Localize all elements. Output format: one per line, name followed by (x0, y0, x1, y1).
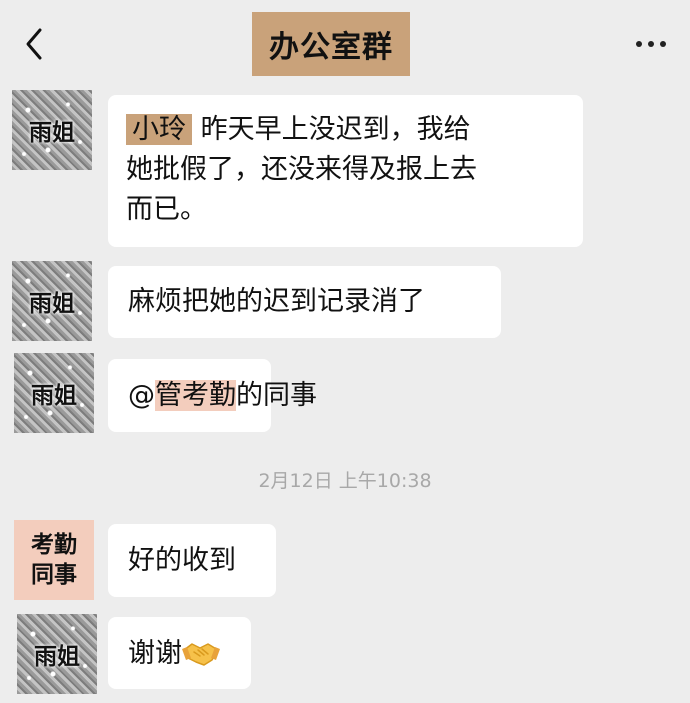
message-bubble[interactable]: 麻烦把她的迟到记录消了 (108, 266, 501, 338)
message-text: 好的收到 (128, 545, 236, 576)
timestamp: 2月12日 上午10:38 (258, 470, 432, 492)
avatar-name: 同事 (31, 562, 77, 588)
mention-highlight: 管考勤 (155, 380, 236, 411)
avatar[interactable]: 雨姐 (17, 614, 97, 694)
message-bubble[interactable]: 好的收到 (108, 524, 276, 597)
avatar[interactable]: 雨姐 (12, 261, 92, 341)
avatar-name: 雨姐 (31, 383, 77, 409)
more-options-icon[interactable] (636, 38, 672, 50)
avatar[interactable]: 雨姐 (14, 353, 94, 433)
avatar-name: 雨姐 (29, 120, 75, 146)
message-bubble[interactable]: 谢谢 (108, 617, 251, 689)
chat-title-highlight: 办公室群 (252, 12, 410, 76)
avatar[interactable]: 考勤 同事 (14, 520, 94, 600)
message-text: 谢谢 (128, 638, 182, 669)
message-line: 小玲 昨天早上没迟到，我给 (126, 110, 565, 150)
message-bubble[interactable]: 小玲 昨天早上没迟到，我给 她批假了，还没来得及报上去 而已。 (108, 95, 583, 247)
chat-title: 办公室群 (269, 30, 393, 65)
handshake-emoji-icon (182, 638, 220, 668)
back-arrow-icon[interactable] (18, 24, 54, 64)
mention-highlight: 小玲 (126, 114, 192, 145)
avatar-name: 雨姐 (29, 291, 75, 317)
avatar[interactable]: 雨姐 (12, 90, 92, 170)
message-bubble[interactable]: @管考勤的同事 (108, 359, 317, 432)
avatar-name: 考勤 (31, 532, 77, 558)
message-text: 而已。 (126, 194, 207, 225)
chat-header: 办公室群 (0, 0, 690, 84)
message-text: 昨天早上没迟到，我给 (200, 114, 471, 145)
message-text: 麻烦把她的迟到记录消了 (128, 286, 425, 317)
message-text: 她批假了，还没来得及报上去 (126, 154, 477, 185)
avatar-name: 雨姐 (34, 644, 80, 670)
at-symbol: @ (128, 380, 155, 411)
message-text: 的同事 (236, 380, 317, 411)
